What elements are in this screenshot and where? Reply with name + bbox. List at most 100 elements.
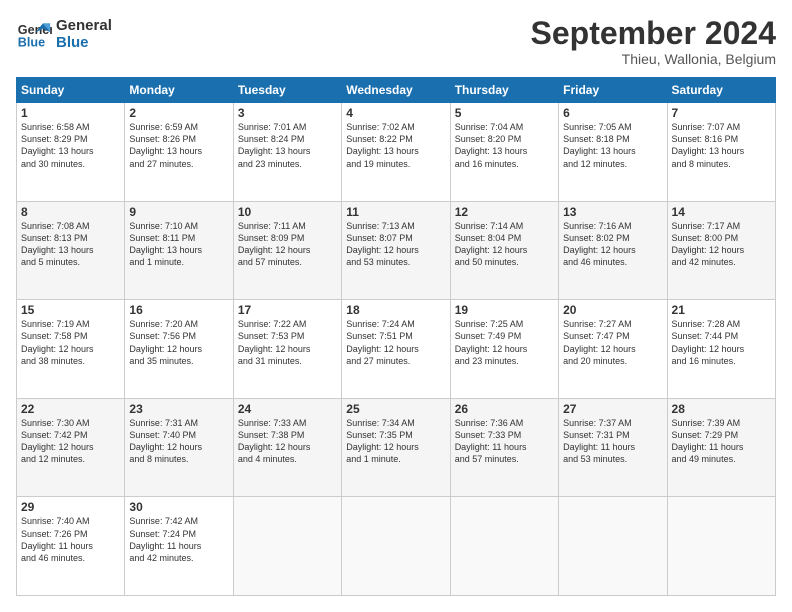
day-cell — [667, 497, 775, 596]
col-header-tuesday: Tuesday — [233, 78, 341, 103]
day-number: 5 — [455, 106, 554, 120]
day-number: 6 — [563, 106, 662, 120]
day-number: 18 — [346, 303, 445, 317]
day-cell: 29Sunrise: 7:40 AM Sunset: 7:26 PM Dayli… — [17, 497, 125, 596]
col-header-monday: Monday — [125, 78, 233, 103]
day-info: Sunrise: 7:25 AM Sunset: 7:49 PM Dayligh… — [455, 318, 554, 367]
logo-line2: Blue — [56, 34, 112, 51]
header: General Blue General Blue September 2024… — [16, 16, 776, 67]
col-header-sunday: Sunday — [17, 78, 125, 103]
day-info: Sunrise: 7:14 AM Sunset: 8:04 PM Dayligh… — [455, 220, 554, 269]
day-info: Sunrise: 7:31 AM Sunset: 7:40 PM Dayligh… — [129, 417, 228, 466]
day-cell: 12Sunrise: 7:14 AM Sunset: 8:04 PM Dayli… — [450, 201, 558, 300]
day-cell: 21Sunrise: 7:28 AM Sunset: 7:44 PM Dayli… — [667, 300, 775, 399]
day-cell: 11Sunrise: 7:13 AM Sunset: 8:07 PM Dayli… — [342, 201, 450, 300]
day-cell: 18Sunrise: 7:24 AM Sunset: 7:51 PM Dayli… — [342, 300, 450, 399]
day-cell: 1Sunrise: 6:58 AM Sunset: 8:29 PM Daylig… — [17, 103, 125, 202]
day-info: Sunrise: 7:28 AM Sunset: 7:44 PM Dayligh… — [672, 318, 771, 367]
week-row-1: 1Sunrise: 6:58 AM Sunset: 8:29 PM Daylig… — [17, 103, 776, 202]
day-cell: 28Sunrise: 7:39 AM Sunset: 7:29 PM Dayli… — [667, 398, 775, 497]
day-info: Sunrise: 7:27 AM Sunset: 7:47 PM Dayligh… — [563, 318, 662, 367]
day-number: 15 — [21, 303, 120, 317]
day-number: 16 — [129, 303, 228, 317]
day-number: 19 — [455, 303, 554, 317]
day-number: 26 — [455, 402, 554, 416]
day-number: 3 — [238, 106, 337, 120]
day-cell — [559, 497, 667, 596]
day-info: Sunrise: 7:10 AM Sunset: 8:11 PM Dayligh… — [129, 220, 228, 269]
day-number: 2 — [129, 106, 228, 120]
day-info: Sunrise: 7:36 AM Sunset: 7:33 PM Dayligh… — [455, 417, 554, 466]
day-number: 24 — [238, 402, 337, 416]
calendar-body: 1Sunrise: 6:58 AM Sunset: 8:29 PM Daylig… — [17, 103, 776, 596]
day-cell: 2Sunrise: 6:59 AM Sunset: 8:26 PM Daylig… — [125, 103, 233, 202]
week-row-4: 22Sunrise: 7:30 AM Sunset: 7:42 PM Dayli… — [17, 398, 776, 497]
logo: General Blue General Blue — [16, 16, 112, 52]
day-cell — [233, 497, 341, 596]
day-cell: 14Sunrise: 7:17 AM Sunset: 8:00 PM Dayli… — [667, 201, 775, 300]
day-info: Sunrise: 7:05 AM Sunset: 8:18 PM Dayligh… — [563, 121, 662, 170]
day-info: Sunrise: 7:42 AM Sunset: 7:24 PM Dayligh… — [129, 515, 228, 564]
day-cell: 15Sunrise: 7:19 AM Sunset: 7:58 PM Dayli… — [17, 300, 125, 399]
week-row-3: 15Sunrise: 7:19 AM Sunset: 7:58 PM Dayli… — [17, 300, 776, 399]
day-info: Sunrise: 7:40 AM Sunset: 7:26 PM Dayligh… — [21, 515, 120, 564]
day-number: 22 — [21, 402, 120, 416]
day-number: 27 — [563, 402, 662, 416]
col-header-thursday: Thursday — [450, 78, 558, 103]
day-cell: 27Sunrise: 7:37 AM Sunset: 7:31 PM Dayli… — [559, 398, 667, 497]
day-info: Sunrise: 7:01 AM Sunset: 8:24 PM Dayligh… — [238, 121, 337, 170]
day-number: 29 — [21, 500, 120, 514]
day-cell: 10Sunrise: 7:11 AM Sunset: 8:09 PM Dayli… — [233, 201, 341, 300]
day-info: Sunrise: 7:17 AM Sunset: 8:00 PM Dayligh… — [672, 220, 771, 269]
day-info: Sunrise: 7:08 AM Sunset: 8:13 PM Dayligh… — [21, 220, 120, 269]
day-number: 17 — [238, 303, 337, 317]
col-header-wednesday: Wednesday — [342, 78, 450, 103]
page: General Blue General Blue September 2024… — [0, 0, 792, 612]
day-cell — [342, 497, 450, 596]
day-cell: 4Sunrise: 7:02 AM Sunset: 8:22 PM Daylig… — [342, 103, 450, 202]
day-number: 9 — [129, 205, 228, 219]
day-cell: 24Sunrise: 7:33 AM Sunset: 7:38 PM Dayli… — [233, 398, 341, 497]
day-info: Sunrise: 7:02 AM Sunset: 8:22 PM Dayligh… — [346, 121, 445, 170]
day-number: 28 — [672, 402, 771, 416]
day-cell: 22Sunrise: 7:30 AM Sunset: 7:42 PM Dayli… — [17, 398, 125, 497]
day-info: Sunrise: 7:19 AM Sunset: 7:58 PM Dayligh… — [21, 318, 120, 367]
day-cell: 16Sunrise: 7:20 AM Sunset: 7:56 PM Dayli… — [125, 300, 233, 399]
location: Thieu, Wallonia, Belgium — [531, 51, 776, 67]
day-cell: 9Sunrise: 7:10 AM Sunset: 8:11 PM Daylig… — [125, 201, 233, 300]
day-cell: 8Sunrise: 7:08 AM Sunset: 8:13 PM Daylig… — [17, 201, 125, 300]
day-info: Sunrise: 7:39 AM Sunset: 7:29 PM Dayligh… — [672, 417, 771, 466]
day-number: 1 — [21, 106, 120, 120]
day-number: 12 — [455, 205, 554, 219]
logo-line1: General — [56, 17, 112, 34]
day-cell — [450, 497, 558, 596]
day-number: 23 — [129, 402, 228, 416]
day-info: Sunrise: 7:34 AM Sunset: 7:35 PM Dayligh… — [346, 417, 445, 466]
day-cell: 26Sunrise: 7:36 AM Sunset: 7:33 PM Dayli… — [450, 398, 558, 497]
title-block: September 2024 Thieu, Wallonia, Belgium — [531, 16, 776, 67]
day-number: 20 — [563, 303, 662, 317]
logo-icon: General Blue — [16, 16, 52, 52]
day-info: Sunrise: 7:04 AM Sunset: 8:20 PM Dayligh… — [455, 121, 554, 170]
day-number: 8 — [21, 205, 120, 219]
day-cell: 5Sunrise: 7:04 AM Sunset: 8:20 PM Daylig… — [450, 103, 558, 202]
calendar: SundayMondayTuesdayWednesdayThursdayFrid… — [16, 77, 776, 596]
day-info: Sunrise: 7:24 AM Sunset: 7:51 PM Dayligh… — [346, 318, 445, 367]
day-cell: 13Sunrise: 7:16 AM Sunset: 8:02 PM Dayli… — [559, 201, 667, 300]
month-title: September 2024 — [531, 16, 776, 51]
day-cell: 25Sunrise: 7:34 AM Sunset: 7:35 PM Dayli… — [342, 398, 450, 497]
day-info: Sunrise: 7:11 AM Sunset: 8:09 PM Dayligh… — [238, 220, 337, 269]
svg-text:Blue: Blue — [18, 36, 45, 50]
week-row-2: 8Sunrise: 7:08 AM Sunset: 8:13 PM Daylig… — [17, 201, 776, 300]
day-number: 21 — [672, 303, 771, 317]
day-info: Sunrise: 7:13 AM Sunset: 8:07 PM Dayligh… — [346, 220, 445, 269]
day-cell: 17Sunrise: 7:22 AM Sunset: 7:53 PM Dayli… — [233, 300, 341, 399]
calendar-header-row: SundayMondayTuesdayWednesdayThursdayFrid… — [17, 78, 776, 103]
day-cell: 23Sunrise: 7:31 AM Sunset: 7:40 PM Dayli… — [125, 398, 233, 497]
day-info: Sunrise: 7:33 AM Sunset: 7:38 PM Dayligh… — [238, 417, 337, 466]
day-cell: 7Sunrise: 7:07 AM Sunset: 8:16 PM Daylig… — [667, 103, 775, 202]
col-header-friday: Friday — [559, 78, 667, 103]
day-number: 11 — [346, 205, 445, 219]
day-info: Sunrise: 7:37 AM Sunset: 7:31 PM Dayligh… — [563, 417, 662, 466]
day-number: 4 — [346, 106, 445, 120]
